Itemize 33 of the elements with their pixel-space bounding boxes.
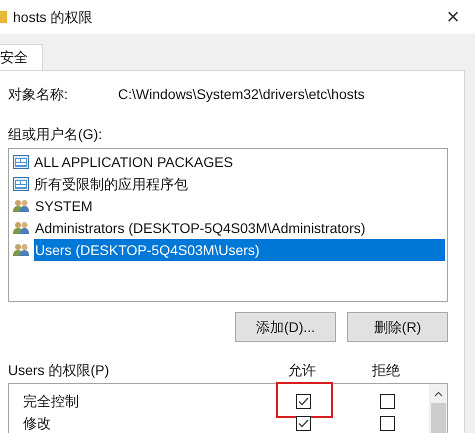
window-title: hosts 的权限	[13, 8, 94, 26]
column-header: 拒绝	[371, 360, 401, 380]
list-item[interactable]: ALL APPLICATION PACKAGES	[33, 151, 445, 173]
field-label: 对象名称:	[8, 84, 69, 104]
dialog-button[interactable]: 删除(R)	[347, 312, 448, 342]
list-item[interactable]: SYSTEM	[34, 195, 445, 217]
list-item[interactable]: Users (DESKTOP-5Q4S03M\Users)	[34, 239, 445, 261]
principal-list[interactable]: ALL APPLICATION PACKAGES 所有受限制的应用程序包 SYSTEM Administrators (DESKTOP-5Q4S03M\Administrators) Users (DESKTOP-5Q4S03M\Users)	[8, 148, 448, 302]
permission-name: 完全控制	[22, 392, 80, 410]
checkbox[interactable]	[380, 394, 394, 408]
list-item[interactable]: 所有受限制的应用程序包	[33, 173, 445, 195]
scroll-thumb[interactable]	[430, 402, 446, 433]
users-icon	[13, 199, 30, 213]
field-label: Users 的权限(P)	[8, 360, 110, 380]
folder-icon	[0, 10, 7, 24]
column-header: 允许	[287, 360, 317, 380]
users-icon	[13, 243, 30, 257]
permission-list[interactable]: 完全控制 修改	[8, 383, 448, 433]
checkbox[interactable]	[296, 416, 310, 430]
dialog-button[interactable]: 添加(D)...	[235, 312, 336, 342]
permission-name: 修改	[22, 414, 52, 432]
close-button[interactable]: ×	[431, 0, 475, 34]
scrollbar[interactable]	[429, 384, 447, 433]
users-icon	[13, 221, 30, 235]
app-package-icon	[13, 155, 29, 169]
field-label: 组或用户名(G):	[8, 125, 104, 144]
scroll-up-icon[interactable]	[434, 391, 442, 397]
checkbox[interactable]	[380, 416, 394, 430]
checkbox[interactable]	[296, 394, 310, 408]
list-item[interactable]: Administrators (DESKTOP-5Q4S03M\Administrators)	[34, 217, 445, 239]
object-path: C:\Windows\System32\drivers\etc\hosts	[118, 84, 365, 104]
app-package-icon	[13, 177, 29, 191]
tab[interactable]: 安全	[0, 44, 43, 70]
